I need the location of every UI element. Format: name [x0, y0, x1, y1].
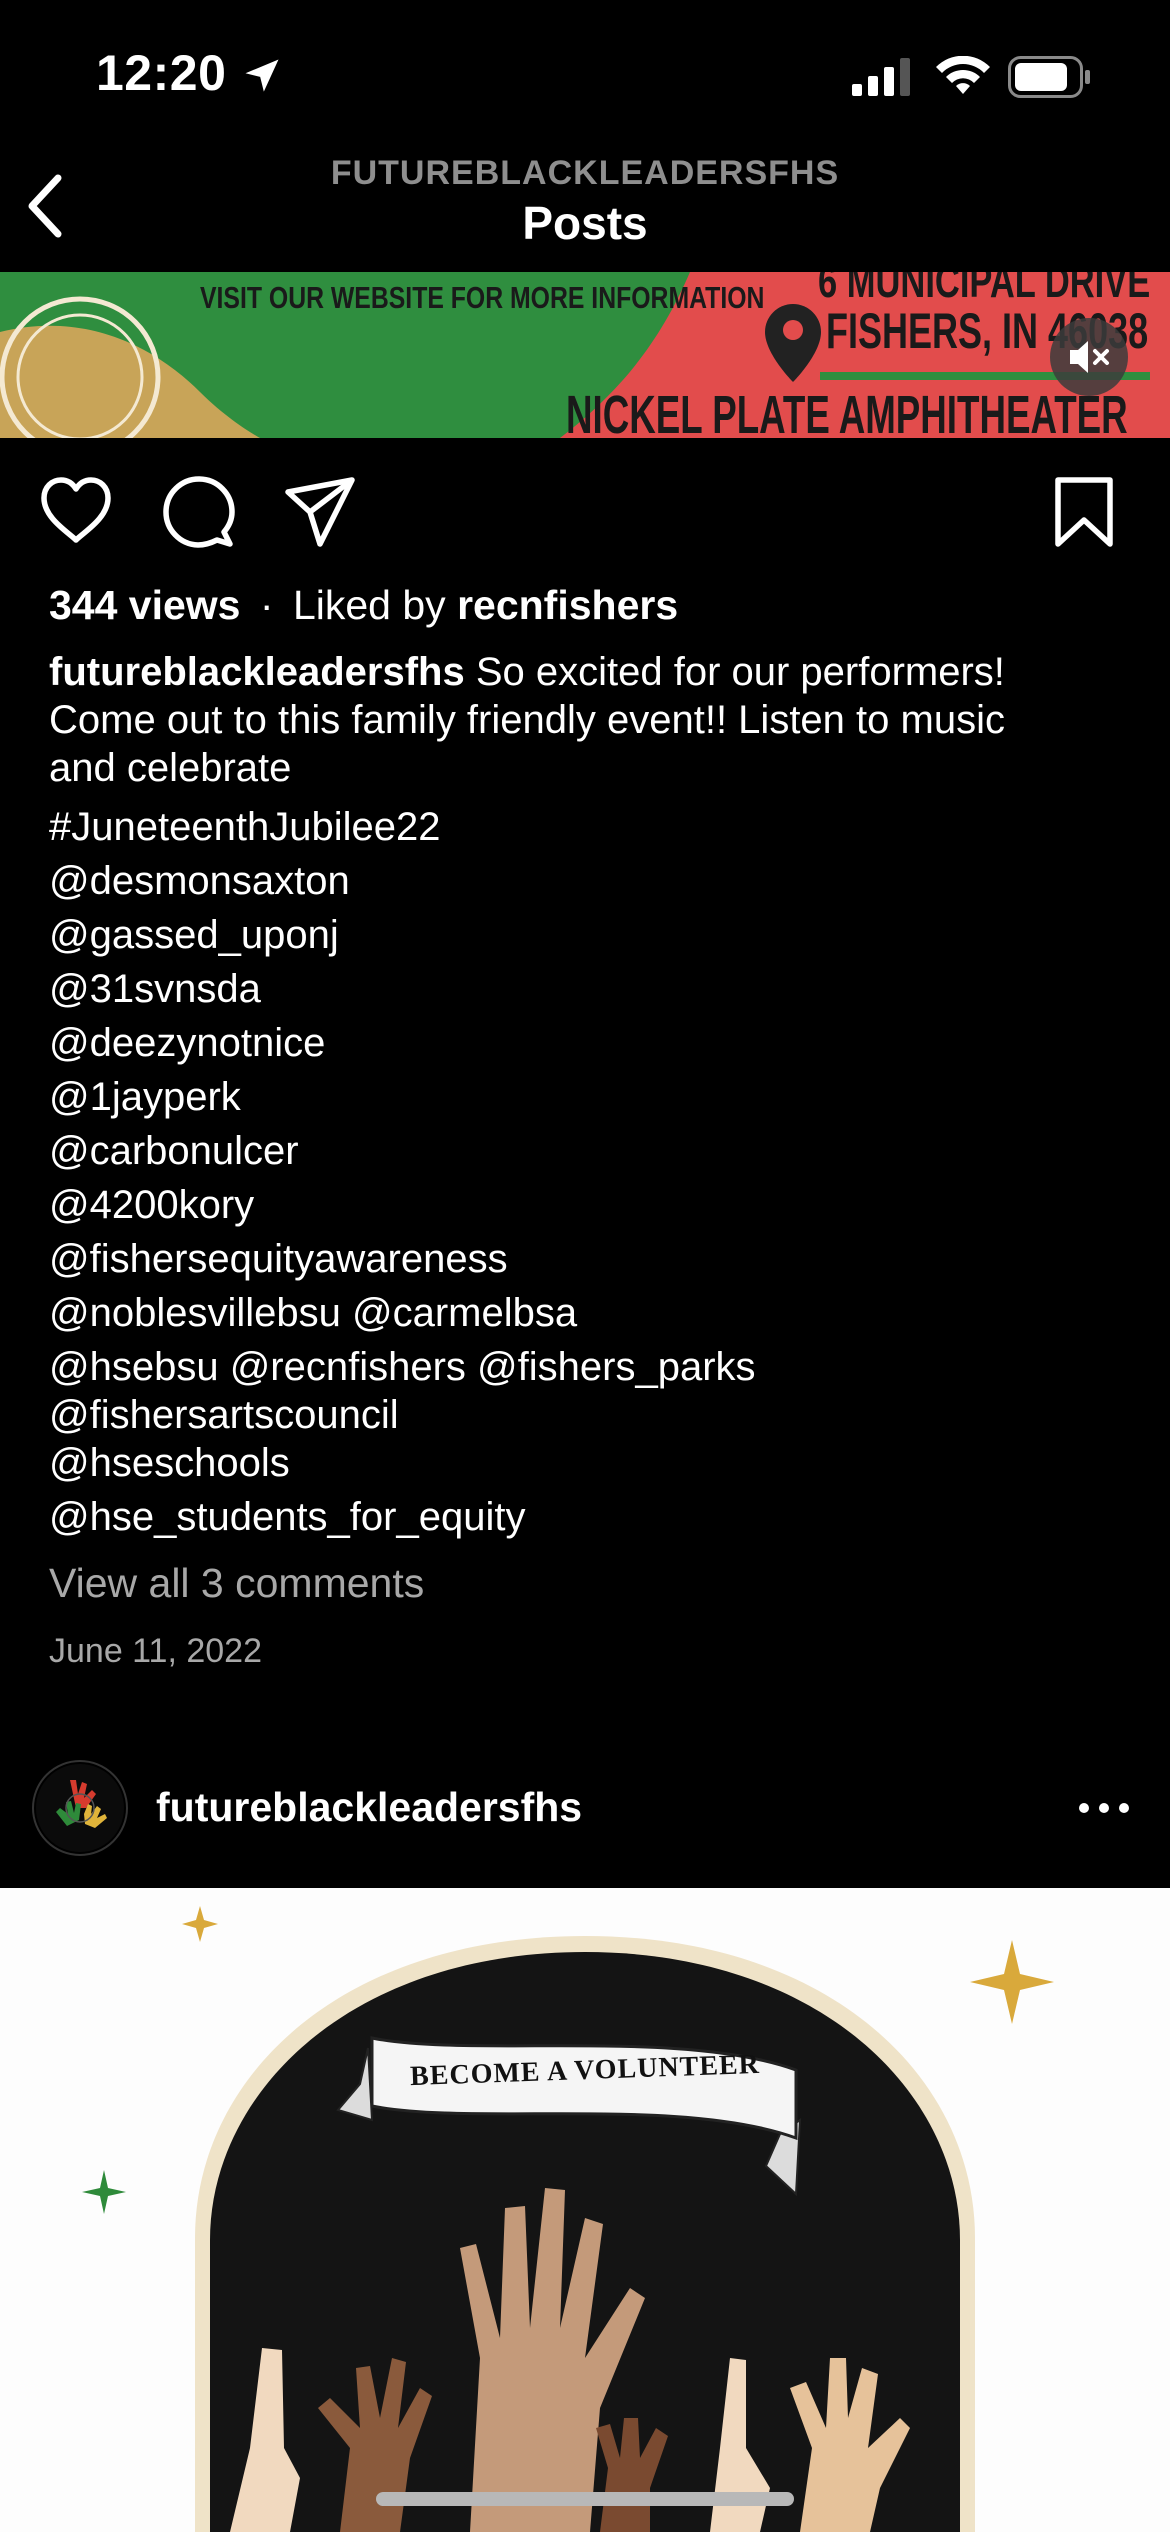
hands-logo-icon [36, 1764, 124, 1852]
post-username-link[interactable]: futureblackleadersfhs [156, 1784, 582, 1831]
share-send-icon[interactable] [282, 474, 358, 550]
caption-text: So excited for our performers! [464, 650, 1005, 694]
liked-by-user-link[interactable]: recnfishers [457, 582, 678, 628]
like-heart-icon[interactable] [38, 474, 114, 550]
flyer-venue: NICKEL PLATE AMPHITHEATER [566, 385, 1128, 438]
caption-mentions: #JuneteenthJubilee22 @desmonsaxton @gass… [49, 800, 1129, 1544]
post-caption: futureblackleadersfhs So excited for our… [49, 648, 1129, 792]
view-comments-link[interactable]: View all 3 comments [49, 1560, 424, 1607]
mute-button[interactable] [1050, 318, 1128, 396]
volunteer-flyer-image [0, 1888, 1170, 2532]
post-stats: 344 views · Liked by recnfishers [49, 582, 678, 629]
mention-link[interactable]: @gassed_uponj [49, 908, 1129, 962]
post-date: June 11, 2022 [49, 1632, 262, 1670]
post-video[interactable]: VISIT OUR WEBSITE FOR MORE INFORMATION 6… [0, 272, 1170, 438]
mention-link[interactable]: @hsebsu @recnfishers @fishers_parks [49, 1343, 1129, 1391]
cellular-signal-icon [852, 58, 910, 96]
save-bookmark-icon[interactable] [1046, 474, 1122, 550]
location-arrow-icon [245, 59, 279, 92]
mention-link-group[interactable]: @hsebsu @recnfishers @fishers_parks @fis… [49, 1340, 1129, 1439]
more-options-icon[interactable] [1076, 1788, 1132, 1828]
caption-author-link[interactable]: futureblackleadersfhs [49, 650, 465, 694]
mention-link[interactable]: @deezynotnice [49, 1016, 1129, 1070]
mention-link[interactable]: @desmonsaxton [49, 854, 1129, 908]
separator-dot: · [259, 582, 274, 628]
mention-link[interactable]: @hse_students_for_equity [49, 1490, 1129, 1544]
post-image[interactable]: BECOME A VOLUNTEER [0, 1888, 1170, 2532]
mention-link[interactable]: @noblesvillebsu @carmelbsa [49, 1286, 1129, 1340]
mention-link[interactable]: @31svnsda [49, 962, 1129, 1016]
hashtag-link[interactable]: #JuneteenthJubilee22 [49, 800, 1129, 854]
mention-link[interactable]: @4200kory [49, 1178, 1129, 1232]
liked-by-prefix: Liked by [292, 582, 458, 628]
avatar[interactable] [32, 1760, 128, 1856]
speaker-muted-icon [1070, 341, 1109, 373]
mention-link[interactable]: @carbonulcer [49, 1124, 1129, 1178]
home-indicator[interactable] [376, 2492, 794, 2506]
mention-link[interactable]: @1jayperk [49, 1070, 1129, 1124]
mention-link[interactable]: @fishersartscouncil [49, 1391, 1129, 1439]
mention-link[interactable]: @fishersequityawareness [49, 1232, 1129, 1286]
comment-icon[interactable] [160, 474, 236, 550]
wifi-icon [936, 56, 990, 94]
header-account-name: FUTUREBLACKLEADERSFHS [330, 154, 840, 192]
view-count[interactable]: 344 views [49, 582, 241, 628]
battery-icon [1008, 56, 1090, 98]
flyer-website-text: VISIT OUR WEBSITE FOR MORE INFORMATION [200, 280, 765, 315]
caption-text: Come out to this family friendly event!!… [49, 698, 1005, 742]
mention-link[interactable]: @hseschools [49, 1436, 1129, 1490]
page-title: Posts [522, 197, 648, 249]
status-time: 12:20 [96, 45, 227, 101]
caption-text: and celebrate [49, 746, 292, 790]
